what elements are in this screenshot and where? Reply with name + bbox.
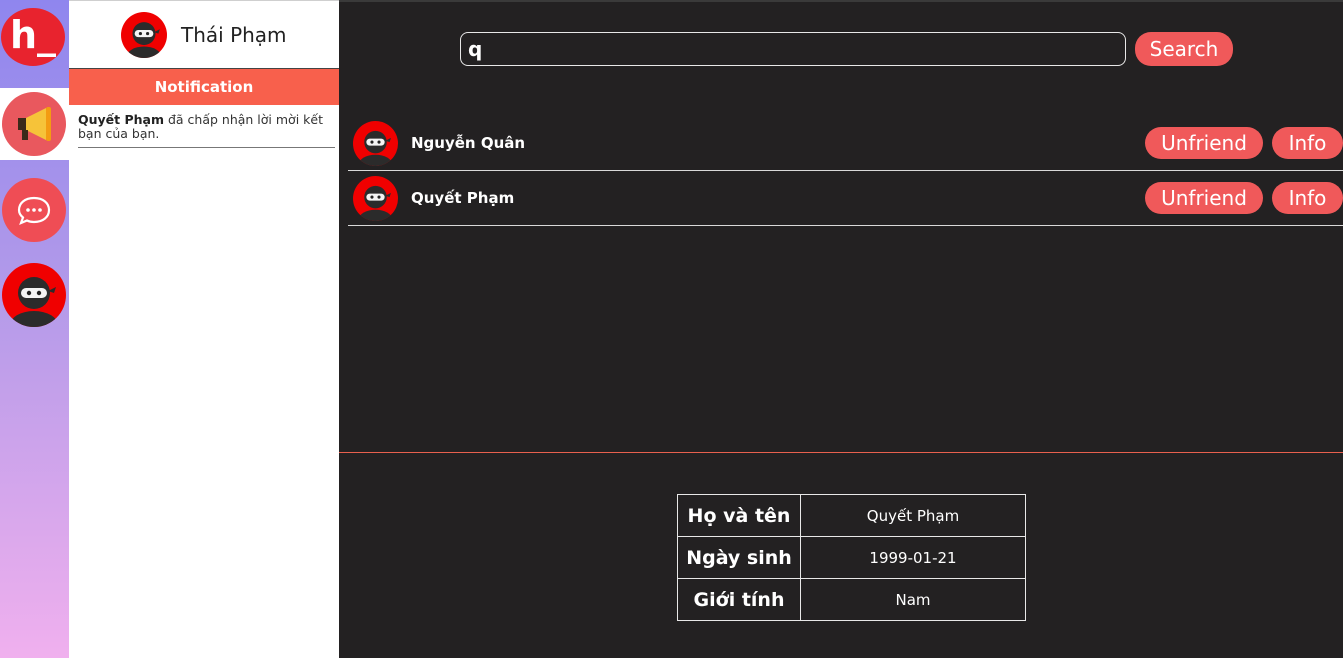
section-divider — [339, 452, 1343, 453]
friend-actions: Unfriend Info — [1145, 127, 1343, 159]
notification-panel: Thái Phạm Notification Quyết Phạm đã chấ… — [69, 0, 339, 658]
avatar — [353, 120, 398, 166]
table-row: Giới tính Nam — [677, 578, 1026, 621]
unfriend-button[interactable]: Unfriend — [1145, 182, 1263, 214]
table-row: Ngày sinh 1999-01-21 — [677, 536, 1026, 579]
ninja-avatar-icon — [2, 263, 66, 327]
unfriend-button[interactable]: Unfriend — [1145, 127, 1263, 159]
main-area: Search Nguyễn Quân Unfriend Info Quyết P… — [339, 0, 1343, 658]
icon-rail: h_ — [0, 0, 69, 658]
notification-item[interactable]: Quyết Phạm đã chấp nhận lời mời kết bạn … — [78, 113, 335, 148]
friend-actions: Unfriend Info — [1145, 182, 1343, 214]
friend-row: Nguyễn Quân Unfriend Info — [348, 116, 1343, 171]
rail-notifications-button[interactable] — [2, 92, 66, 156]
friend-name: Quyết Phạm — [411, 189, 515, 207]
info-label-fullname: Họ và tên — [677, 494, 801, 537]
info-button[interactable]: Info — [1272, 127, 1343, 159]
megaphone-icon — [18, 107, 51, 141]
chat-bubble-icon — [17, 196, 51, 225]
ninja-avatar-icon — [353, 121, 398, 166]
panel-header: Thái Phạm — [69, 1, 339, 69]
search-input[interactable] — [460, 32, 1126, 66]
friend-row: Quyết Phạm Unfriend Info — [348, 171, 1343, 226]
info-value-fullname: Quyết Phạm — [800, 494, 1026, 537]
table-row: Họ và tên Quyết Phạm — [677, 494, 1026, 537]
info-button[interactable]: Info — [1272, 182, 1343, 214]
app-logo[interactable]: h_ — [1, 8, 65, 66]
info-label-gender: Giới tính — [677, 578, 801, 621]
ninja-avatar-icon — [353, 176, 398, 221]
notification-actor: Quyết Phạm — [78, 112, 164, 127]
ninja-avatar-icon — [121, 12, 167, 58]
profile-info-table: Họ và tên Quyết Phạm Ngày sinh 1999-01-2… — [677, 494, 1026, 621]
info-label-birthday: Ngày sinh — [677, 536, 801, 579]
search-button[interactable]: Search — [1135, 32, 1233, 66]
notification-section-title: Notification — [69, 69, 339, 105]
friend-name: Nguyễn Quân — [411, 134, 526, 152]
info-value-birthday: 1999-01-21 — [800, 536, 1026, 579]
rail-profile-button[interactable] — [2, 263, 66, 327]
info-value-gender: Nam — [800, 578, 1026, 621]
current-username: Thái Phạm — [181, 22, 287, 47]
avatar — [353, 175, 398, 221]
app-logo-text: h_ — [9, 13, 57, 57]
avatar — [121, 11, 167, 58]
rail-messages-button[interactable] — [2, 178, 66, 242]
